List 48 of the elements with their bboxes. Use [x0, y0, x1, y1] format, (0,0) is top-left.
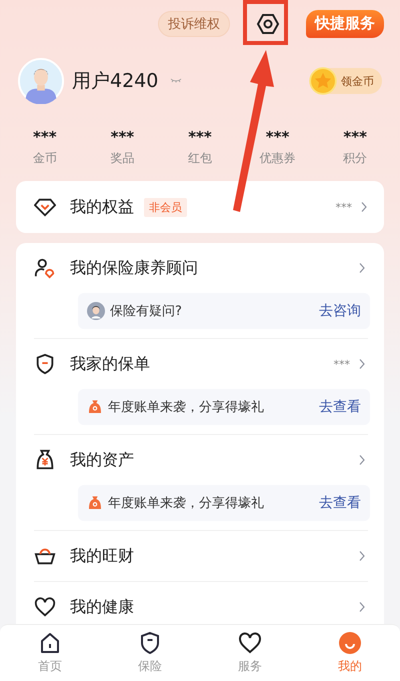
banner-text: 保险有疑问? — [110, 303, 182, 320]
smile-icon — [338, 631, 362, 655]
menu-item[interactable]: 我的资产 — [34, 435, 368, 485]
diamond-icon — [34, 196, 56, 218]
menu-item[interactable]: 我的旺财 — [34, 531, 368, 581]
rights-card[interactable]: 我的权益 非会员 *** — [16, 181, 384, 233]
menu-item[interactable]: 我的健康 — [34, 582, 368, 625]
rights-value: *** — [336, 200, 352, 214]
home-icon — [38, 631, 62, 655]
complaint-button[interactable]: 投诉维权 — [158, 10, 230, 36]
avatar — [18, 58, 64, 104]
banner-text: 年度账单来袭，分享得壕礼 — [108, 399, 264, 416]
promo-banner[interactable]: 年度账单来袭，分享得壕礼 去查看 — [78, 389, 370, 425]
stat-label: 金币 — [32, 150, 57, 167]
member-badge: 非会员 — [144, 198, 187, 216]
settings-icon — [256, 12, 280, 36]
stat-label: 红包 — [188, 150, 212, 167]
shield-icon — [138, 631, 162, 655]
money-bag-icon — [87, 494, 103, 512]
banner-link[interactable]: 去查看 — [319, 494, 361, 512]
promo-banner[interactable]: 保险有疑问? 去咨询 — [78, 293, 370, 329]
stat-value: *** — [188, 128, 212, 146]
banner-link[interactable]: 去查看 — [319, 398, 361, 416]
star-coin-icon — [309, 67, 337, 95]
menu-item[interactable]: 我的保险康养顾问 — [34, 243, 368, 293]
get-coins-button[interactable]: 领金币 — [311, 68, 382, 94]
menu-value: *** — [334, 358, 350, 370]
shield-icon — [34, 353, 56, 375]
stat-value: *** — [33, 128, 57, 146]
stat-label: 积分 — [343, 150, 368, 167]
promo-banner[interactable]: 年度账单来袭，分享得壕礼 去查看 — [78, 485, 370, 521]
stat-value: *** — [343, 128, 367, 146]
banner-link[interactable]: 去咨询 — [319, 302, 361, 320]
stat-value: *** — [110, 128, 134, 146]
stat-label: 奖品 — [110, 150, 134, 167]
banner-text: 年度账单来袭，分享得壕礼 — [108, 495, 264, 512]
stat-value: *** — [266, 128, 290, 146]
stat-label: 优惠券 — [260, 150, 296, 167]
user-name: 用户4240 — [72, 69, 158, 94]
advisor-avatar — [87, 302, 105, 320]
menu-item[interactable]: 我家的保单 *** — [34, 339, 368, 389]
rights-title: 我的权益 — [70, 196, 134, 218]
person-icon — [34, 257, 56, 279]
heart-icon — [34, 596, 56, 618]
heart-icon — [238, 631, 262, 655]
money-bag-icon — [34, 449, 56, 471]
money-bag-icon — [87, 398, 103, 416]
highlight-box — [243, 0, 288, 45]
